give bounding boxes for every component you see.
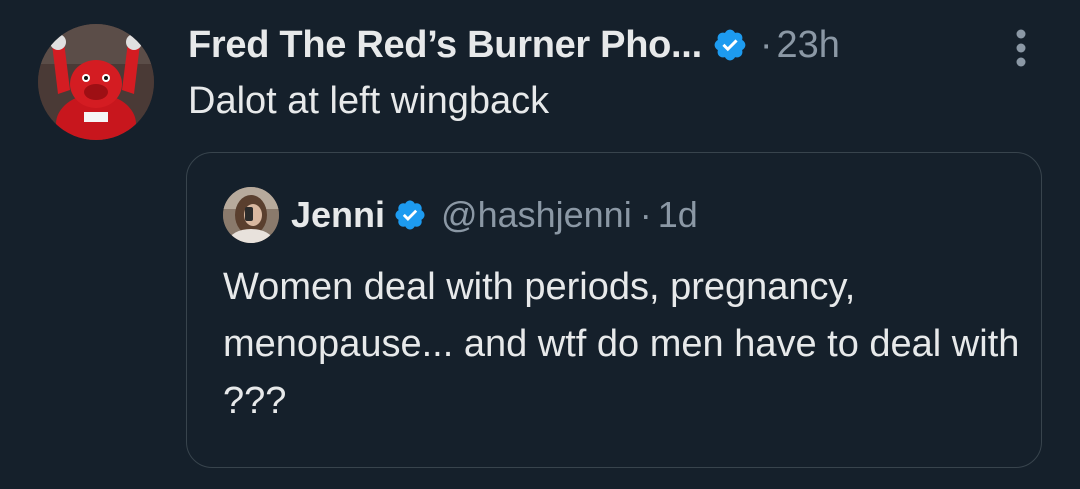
red-mascot-avatar-icon [38, 24, 154, 140]
author-avatar[interactable] [38, 24, 154, 140]
tweet[interactable]: Fred The Red’s Burner Pho... · 23h Dalot… [0, 0, 1080, 489]
tweet-header: Fred The Red’s Burner Pho... · 23h [188, 20, 840, 70]
author-display-name[interactable]: Fred The Red’s Burner Pho... [188, 24, 702, 67]
tweet-timestamp[interactable]: 23h [776, 24, 839, 67]
more-vertical-icon[interactable] [1010, 26, 1032, 70]
separator-dot: · [759, 23, 773, 66]
quoted-tweet-text: Women deal with periods, pregnancy, meno… [223, 266, 1020, 422]
quoted-author-avatar[interactable] [223, 187, 279, 243]
verified-badge-icon [714, 29, 746, 61]
quoted-tweet-timestamp[interactable]: 1d [658, 194, 698, 236]
quoted-tweet-header: Jenni @hashjenni · 1d [291, 191, 698, 239]
separator-dot: · [639, 194, 652, 235]
user-photo-avatar-icon [223, 187, 279, 243]
verified-badge-icon [395, 200, 425, 230]
quoted-tweet[interactable]: Jenni @hashjenni · 1d Women deal with pe… [186, 152, 1042, 468]
tweet-text: Dalot at left wingback [188, 80, 550, 122]
quoted-author-handle[interactable]: @hashjenni [441, 194, 632, 236]
quoted-author-display-name[interactable]: Jenni [291, 194, 385, 236]
